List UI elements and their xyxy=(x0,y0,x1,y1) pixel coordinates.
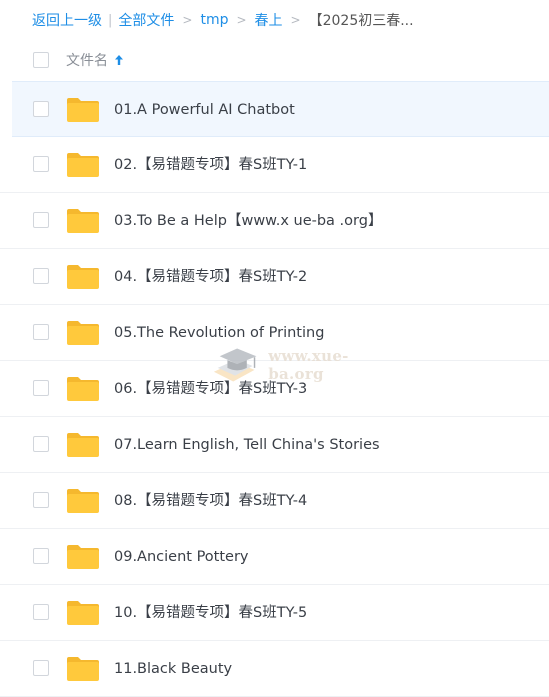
row-checkbox[interactable] xyxy=(33,492,49,508)
breadcrumb-item-chunshang[interactable]: 春上 xyxy=(255,10,283,30)
table-row[interactable]: 09.Ancient Pottery xyxy=(0,529,549,585)
row-checkbox[interactable] xyxy=(33,268,49,284)
watermark-text: www.xue-ba.org xyxy=(268,347,349,383)
folder-icon xyxy=(67,153,99,177)
row-checkbox[interactable] xyxy=(33,212,49,228)
file-name[interactable]: 07.Learn English, Tell China's Stories xyxy=(114,417,380,473)
folder-icon xyxy=(67,601,99,625)
table-row[interactable]: 10.【易错题专项】春S班TY-5 xyxy=(0,585,549,641)
breadcrumb-current: 【2025初三春... xyxy=(308,13,414,29)
table-row[interactable]: 07.Learn English, Tell China's Stories xyxy=(0,417,549,473)
file-name[interactable]: 09.Ancient Pottery xyxy=(114,529,249,585)
chevron-right-icon: > xyxy=(182,13,193,27)
table-row[interactable]: 04.【易错题专项】春S班TY-2 xyxy=(0,249,549,305)
file-name[interactable]: 01.A Powerful AI Chatbot xyxy=(114,82,295,138)
folder-icon xyxy=(67,377,99,401)
row-checkbox[interactable] xyxy=(33,660,49,676)
folder-icon xyxy=(67,209,99,233)
file-name[interactable]: 03.To Be a Help【www.x ue-ba .org】 xyxy=(114,193,382,249)
row-checkbox[interactable] xyxy=(33,380,49,396)
file-name[interactable]: 02.【易错题专项】春S班TY-1 xyxy=(114,137,307,193)
folder-icon xyxy=(67,321,99,345)
row-checkbox[interactable] xyxy=(33,548,49,564)
table-row[interactable]: 01.A Powerful AI Chatbot xyxy=(12,81,549,137)
watermark: www.xue-ba.org xyxy=(210,340,400,390)
chevron-right-icon: > xyxy=(236,13,247,27)
row-checkbox[interactable] xyxy=(33,604,49,620)
table-row[interactable]: 02.【易错题专项】春S班TY-1 xyxy=(0,137,549,193)
file-name[interactable]: 11.Black Beauty xyxy=(114,641,232,697)
sort-by-name-button[interactable]: 文件名 xyxy=(66,50,124,70)
row-checkbox[interactable] xyxy=(33,436,49,452)
folder-icon xyxy=(67,433,99,457)
chevron-right-icon: > xyxy=(290,13,301,27)
breadcrumb: 返回上一级 | 全部文件 > tmp > 春上 > 【2025初三春... xyxy=(32,9,414,31)
file-name[interactable]: 08.【易错题专项】春S班TY-4 xyxy=(114,473,307,529)
breadcrumb-item-tmp[interactable]: tmp xyxy=(200,12,228,28)
folder-icon xyxy=(67,545,99,569)
file-name[interactable]: 04.【易错题专项】春S班TY-2 xyxy=(114,249,307,305)
row-checkbox[interactable] xyxy=(33,101,49,117)
column-name-label: 文件名 xyxy=(66,53,108,69)
all-files-link[interactable]: 全部文件 xyxy=(118,10,174,30)
breadcrumb-divider: | xyxy=(108,12,113,28)
row-checkbox[interactable] xyxy=(33,156,49,172)
file-name[interactable]: 10.【易错题专项】春S班TY-5 xyxy=(114,585,307,641)
select-all-checkbox[interactable] xyxy=(33,52,49,68)
table-row[interactable]: 11.Black Beauty xyxy=(0,641,549,697)
graduation-cap-icon xyxy=(213,348,257,382)
folder-icon xyxy=(67,265,99,289)
folder-icon xyxy=(67,489,99,513)
folder-icon xyxy=(67,98,99,122)
row-checkbox[interactable] xyxy=(33,324,49,340)
folder-icon xyxy=(67,657,99,681)
list-header: 文件名 xyxy=(0,39,549,81)
table-row[interactable]: 08.【易错题专项】春S班TY-4 xyxy=(0,473,549,529)
back-link[interactable]: 返回上一级 xyxy=(32,10,102,30)
table-row[interactable]: 03.To Be a Help【www.x ue-ba .org】 xyxy=(0,193,549,249)
arrow-up-icon xyxy=(115,55,123,65)
